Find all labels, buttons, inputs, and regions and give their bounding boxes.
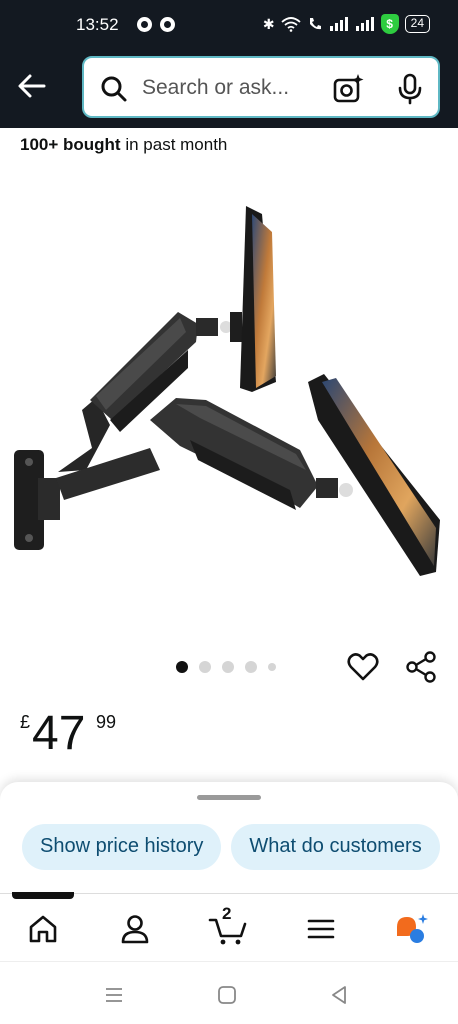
chip-show-price-history[interactable]: Show price history xyxy=(22,824,222,870)
wifi-icon xyxy=(281,17,301,32)
home-button-icon[interactable] xyxy=(216,984,238,1006)
active-tab-indicator xyxy=(12,892,74,899)
chip-what-do-customers[interactable]: What do customers xyxy=(231,824,440,870)
bought-period: in past month xyxy=(120,135,228,154)
carousel-dot[interactable] xyxy=(222,661,234,673)
cart-count-badge: 2 xyxy=(222,904,232,923)
image-carousel-dots[interactable] xyxy=(176,661,276,673)
carousel-dot[interactable] xyxy=(199,661,211,673)
price-whole: 47 xyxy=(32,707,86,760)
share-icon[interactable] xyxy=(404,650,438,684)
menu-icon[interactable] xyxy=(304,912,338,946)
carousel-dot[interactable] xyxy=(245,661,257,673)
search-bar[interactable]: Search or ask... xyxy=(82,56,440,118)
back-button-icon[interactable] xyxy=(328,984,350,1006)
signal-icon xyxy=(355,17,374,31)
sheet-drag-handle[interactable] xyxy=(197,795,261,800)
account-icon[interactable] xyxy=(118,912,152,946)
product-image[interactable] xyxy=(0,190,458,590)
search-icon xyxy=(101,76,127,102)
wifi-calling-icon xyxy=(309,18,321,30)
status-bar: 13:52 ✱ $ 24 xyxy=(0,0,458,52)
camera-search-icon[interactable] xyxy=(332,73,364,105)
football-icon xyxy=(160,17,175,32)
microphone-icon[interactable] xyxy=(396,73,424,105)
back-arrow-icon[interactable] xyxy=(16,70,48,102)
football-icon xyxy=(137,17,152,32)
bought-in-past-month: 100+ bought in past month xyxy=(20,135,227,155)
home-icon[interactable] xyxy=(26,912,60,946)
price-fraction: 99 xyxy=(96,712,117,732)
rufus-assistant-icon[interactable] xyxy=(394,912,428,946)
signal-icon xyxy=(329,17,348,31)
status-icons: ✱ $ 24 xyxy=(263,14,430,34)
bought-count: 100+ bought xyxy=(20,135,121,154)
battery-level: 24 xyxy=(404,15,430,33)
search-input[interactable]: Search or ask... xyxy=(142,76,289,100)
suggestion-chips: Show price history What do customers xyxy=(22,824,440,870)
top-header: Search or ask... xyxy=(0,52,458,128)
dollar-shield-icon: $ xyxy=(380,14,399,34)
android-nav-bar xyxy=(0,961,458,1024)
carousel-dot[interactable] xyxy=(268,663,276,671)
recent-apps-icon[interactable] xyxy=(103,984,125,1006)
carousel-dot[interactable] xyxy=(176,661,188,673)
heart-icon[interactable] xyxy=(346,650,380,684)
status-time: 13:52 xyxy=(76,15,119,34)
price-currency: £ xyxy=(20,712,31,732)
bluetooth-icon: ✱ xyxy=(262,15,275,32)
